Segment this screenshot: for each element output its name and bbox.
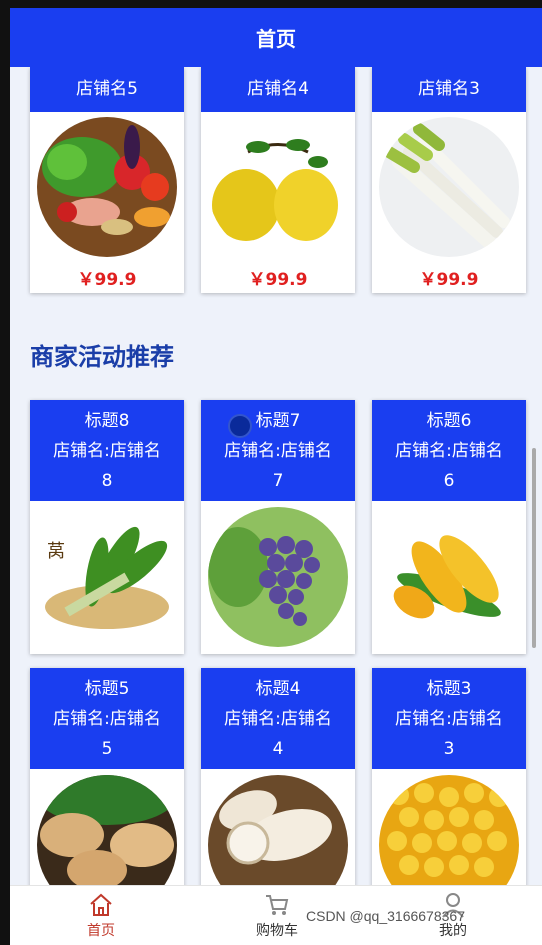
tab-home[interactable]: 首页 bbox=[56, 892, 146, 940]
shop-name: 店铺名4 bbox=[201, 67, 355, 112]
promo-title: 标题3 bbox=[426, 679, 472, 699]
promo-card[interactable]: 标题4 店铺名:店铺名 4 bbox=[201, 668, 355, 885]
svg-text:莴: 莴 bbox=[47, 541, 65, 562]
page-header: 首页 bbox=[10, 8, 542, 67]
shop-name: 店铺名3 bbox=[372, 67, 526, 112]
promo-shop-name: 店铺名:店铺名 bbox=[53, 441, 161, 461]
promo-shop-number: 6 bbox=[443, 471, 455, 491]
cart-icon bbox=[266, 895, 289, 915]
app-frame: 首页 店铺名5 ￥99.9 店铺名4 ￥99.9 店铺名3 ￥99.9 商家活动… bbox=[10, 8, 542, 945]
lettuce-image: 莴 bbox=[37, 507, 177, 647]
promo-title: 标题6 bbox=[426, 411, 472, 431]
pomelo-image bbox=[208, 117, 348, 257]
promo-header: 标题8 店铺名:店铺名 8 bbox=[30, 400, 184, 501]
page-title: 首页 bbox=[256, 27, 296, 51]
promo-card[interactable]: 标题8 店铺名:店铺名 8 莴 bbox=[30, 400, 184, 654]
yam-image bbox=[208, 775, 348, 885]
promo-shop-number: 8 bbox=[101, 471, 113, 491]
promo-card[interactable]: 标题6 店铺名:店铺名 6 bbox=[372, 400, 526, 654]
promo-header: 标题7 店铺名:店铺名 7 bbox=[201, 400, 355, 501]
section-title: 商家活动推荐 bbox=[30, 343, 174, 371]
promo-shop-number: 7 bbox=[272, 471, 284, 491]
touch-indicator bbox=[228, 414, 252, 438]
shop-card[interactable]: 店铺名3 ￥99.9 bbox=[372, 67, 526, 293]
green-onion-image bbox=[379, 117, 519, 257]
corn-image bbox=[379, 507, 519, 647]
promo-shop-name: 店铺名:店铺名 bbox=[53, 709, 161, 729]
tab-home-label: 首页 bbox=[87, 923, 115, 939]
vegetable-assortment-image bbox=[37, 117, 177, 257]
promo-card[interactable]: 标题3 店铺名:店铺名 3 bbox=[372, 668, 526, 885]
promo-shop-name: 店铺名:店铺名 bbox=[395, 441, 503, 461]
grapes-image bbox=[208, 507, 348, 647]
scrollbar[interactable] bbox=[532, 448, 536, 648]
promo-shop-name: 店铺名:店铺名 bbox=[224, 709, 332, 729]
scroll-content[interactable]: 店铺名5 ￥99.9 店铺名4 ￥99.9 店铺名3 ￥99.9 商家活动推荐 … bbox=[10, 67, 542, 885]
corn-kernels-image bbox=[379, 775, 519, 885]
potato-image bbox=[37, 775, 177, 885]
shop-price: ￥99.9 bbox=[248, 270, 308, 290]
promo-header: 标题6 店铺名:店铺名 6 bbox=[372, 400, 526, 501]
promo-card[interactable]: 标题5 店铺名:店铺名 5 bbox=[30, 668, 184, 885]
promo-header: 标题3 店铺名:店铺名 3 bbox=[372, 668, 526, 769]
shop-price: ￥99.9 bbox=[77, 270, 137, 290]
promo-title: 标题4 bbox=[255, 679, 301, 699]
promo-title: 标题5 bbox=[84, 679, 130, 699]
shop-price: ￥99.9 bbox=[419, 270, 479, 290]
promo-header: 标题5 店铺名:店铺名 5 bbox=[30, 668, 184, 769]
shop-card[interactable]: 店铺名4 ￥99.9 bbox=[201, 67, 355, 293]
watermark-text: CSDN @qq_3166678367 bbox=[306, 908, 465, 924]
shop-card[interactable]: 店铺名5 ￥99.9 bbox=[30, 67, 184, 293]
promo-shop-number: 5 bbox=[101, 739, 113, 759]
home-icon bbox=[90, 893, 112, 916]
promo-shop-number: 4 bbox=[272, 739, 284, 759]
promo-shop-number: 3 bbox=[443, 739, 455, 759]
promo-title: 标题8 bbox=[84, 411, 130, 431]
promo-header: 标题4 店铺名:店铺名 4 bbox=[201, 668, 355, 769]
promo-card[interactable]: 标题7 店铺名:店铺名 7 bbox=[201, 400, 355, 654]
promo-title: 标题7 bbox=[255, 411, 301, 431]
promo-shop-name: 店铺名:店铺名 bbox=[224, 441, 332, 461]
tab-mine-label: 我的 bbox=[439, 923, 467, 939]
promo-shop-name: 店铺名:店铺名 bbox=[395, 709, 503, 729]
shop-name: 店铺名5 bbox=[30, 67, 184, 112]
tab-cart-label: 购物车 bbox=[256, 923, 298, 939]
